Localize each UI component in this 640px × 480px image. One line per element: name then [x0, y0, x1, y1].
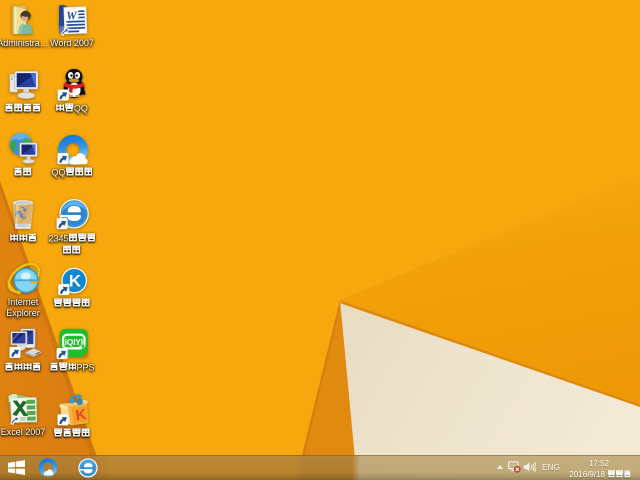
svg-text:iQIYI: iQIYI [65, 337, 83, 347]
svg-text:K: K [69, 272, 82, 291]
svg-text:W: W [66, 8, 78, 22]
